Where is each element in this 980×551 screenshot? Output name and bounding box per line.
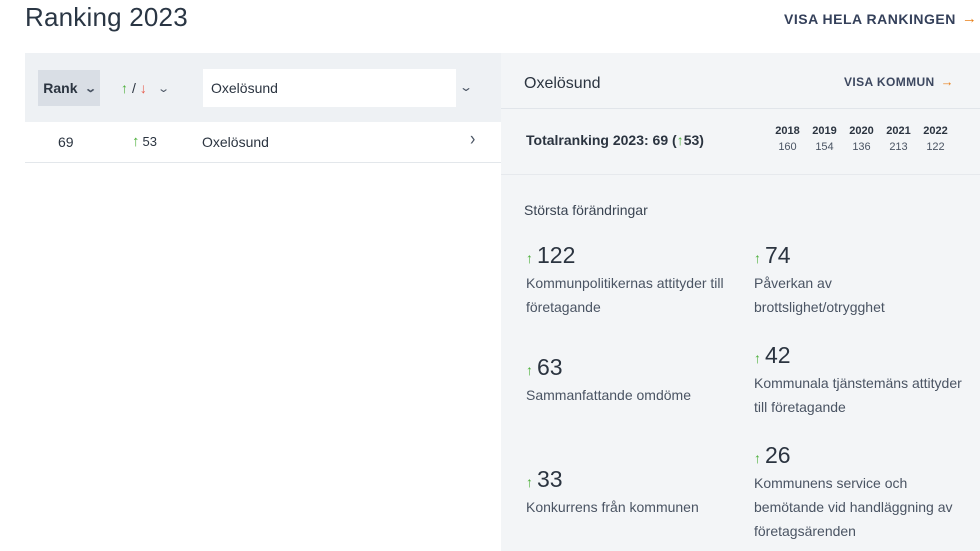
change-value: 33 [537,466,563,492]
table-row[interactable]: 69 ↑ 53 Oxelösund › [25,122,501,163]
year-label: 2021 [886,125,911,137]
arrow-right-icon: → [940,74,955,89]
panel-header: Oxelösund VISA KOMMUN → [501,53,980,109]
arrow-up-icon: ↑ [132,133,140,150]
view-kommun-link[interactable]: VISA KOMMUN → [844,74,954,89]
year-column: 2021 213 [880,125,917,153]
year-label: 2020 [849,125,874,137]
chevron-right-icon[interactable]: › [470,129,475,151]
change-label: Kommunpolitikernas attityder till företa… [526,275,724,315]
change-item: ↑ 74 Påverkan av brottslighet/otrygghet [754,242,969,319]
change-sort-button[interactable]: ↑ / ↓ ⌄ [121,70,170,106]
change-label: Kommunens service och bemötande vid hand… [754,475,953,539]
arrow-up-icon: ↑ [754,250,761,266]
change-item: ↑ 122 Kommunpolitikernas attityder till f… [526,242,741,319]
municipality-detail-panel: Oxelösund VISA KOMMUN → Totalranking 202… [501,53,980,551]
change-item: ↑ 33 Konkurrens från kommunen [526,466,741,519]
arrow-up-icon: ↑ [754,450,761,466]
chevron-down-icon[interactable]: ⌄ [459,80,473,94]
page-title: Ranking 2023 [25,2,188,32]
change-label: Påverkan av brottslighet/otrygghet [754,275,885,315]
year-rank: 136 [852,141,871,153]
change-label: Kommunala tjänstemäns attityder till för… [754,375,962,415]
change-label: Sammanfattande omdöme [526,387,691,403]
year-column: 2022 122 [917,125,954,153]
arrow-up-icon: ↑ [526,474,533,490]
change-label: Konkurrens från kommunen [526,499,699,515]
year-label: 2018 [775,125,800,137]
total-ranking: Totalranking 2023: 69 (↑53) [526,132,704,148]
change-header-separator: / [132,80,136,96]
arrow-right-icon: → [961,10,978,27]
year-rank: 122 [926,141,945,153]
chevron-down-icon: ⌄ [83,82,97,95]
year-rank: 213 [889,141,908,153]
year-column: 2018 160 [769,125,806,153]
change-item: ↑ 26 Kommunens service och bemötande vid … [754,442,969,543]
arrow-down-icon: ↓ [139,80,147,96]
municipality-search-input[interactable] [203,69,456,107]
row-name: Oxelösund [202,134,269,150]
ranking-table: Rank ⌄ ↑ / ↓ ⌄ ⌄ 69 ↑ 53 Oxelösund › [25,53,501,163]
view-full-ranking-label: VISA HELA RANKINGEN [784,10,956,27]
change-value: 122 [537,242,576,268]
row-change: ↑ 53 [132,133,157,150]
year-rank: 154 [815,141,834,153]
total-ranking-change: 53 [683,132,700,148]
change-value: 26 [765,442,791,468]
change-value: 42 [765,342,791,368]
chevron-down-icon: ⌄ [157,82,170,95]
arrow-up-icon: ↑ [121,80,128,96]
change-value: 63 [537,354,563,380]
row-change-value: 53 [142,134,157,149]
change-item: ↑ 42 Kommunala tjänstemäns attityder till… [754,342,969,419]
year-history: 2018 160 2019 154 2020 136 2021 213 2022… [769,125,954,153]
year-column: 2019 154 [806,125,843,153]
arrow-up-icon: ↑ [676,132,684,148]
total-ranking-suffix: ) [699,132,704,148]
view-kommun-label: VISA KOMMUN [844,74,935,89]
rank-header-label: Rank [43,80,78,96]
arrow-up-icon: ↑ [754,350,761,366]
year-label: 2019 [812,125,837,137]
total-ranking-prefix: Totalranking 2023: 69 ( [526,132,677,148]
year-label: 2022 [923,125,948,137]
panel-title: Oxelösund [524,75,601,92]
row-rank: 69 [58,134,74,150]
year-column: 2020 136 [843,125,880,153]
arrow-up-icon: ↑ [526,250,533,266]
total-ranking-row: Totalranking 2023: 69 (↑53) 2018 160 201… [501,109,980,175]
change-value: 74 [765,242,791,268]
table-header: Rank ⌄ ↑ / ↓ ⌄ ⌄ [25,53,501,122]
view-full-ranking-link[interactable]: VISA HELA RANKINGEN → [784,10,977,27]
largest-changes-heading: Största förändringar [524,202,648,218]
rank-sort-button[interactable]: Rank ⌄ [38,70,100,106]
year-rank: 160 [778,141,797,153]
arrow-up-icon: ↑ [526,362,533,378]
change-item: ↑ 63 Sammanfattande omdöme [526,354,741,407]
